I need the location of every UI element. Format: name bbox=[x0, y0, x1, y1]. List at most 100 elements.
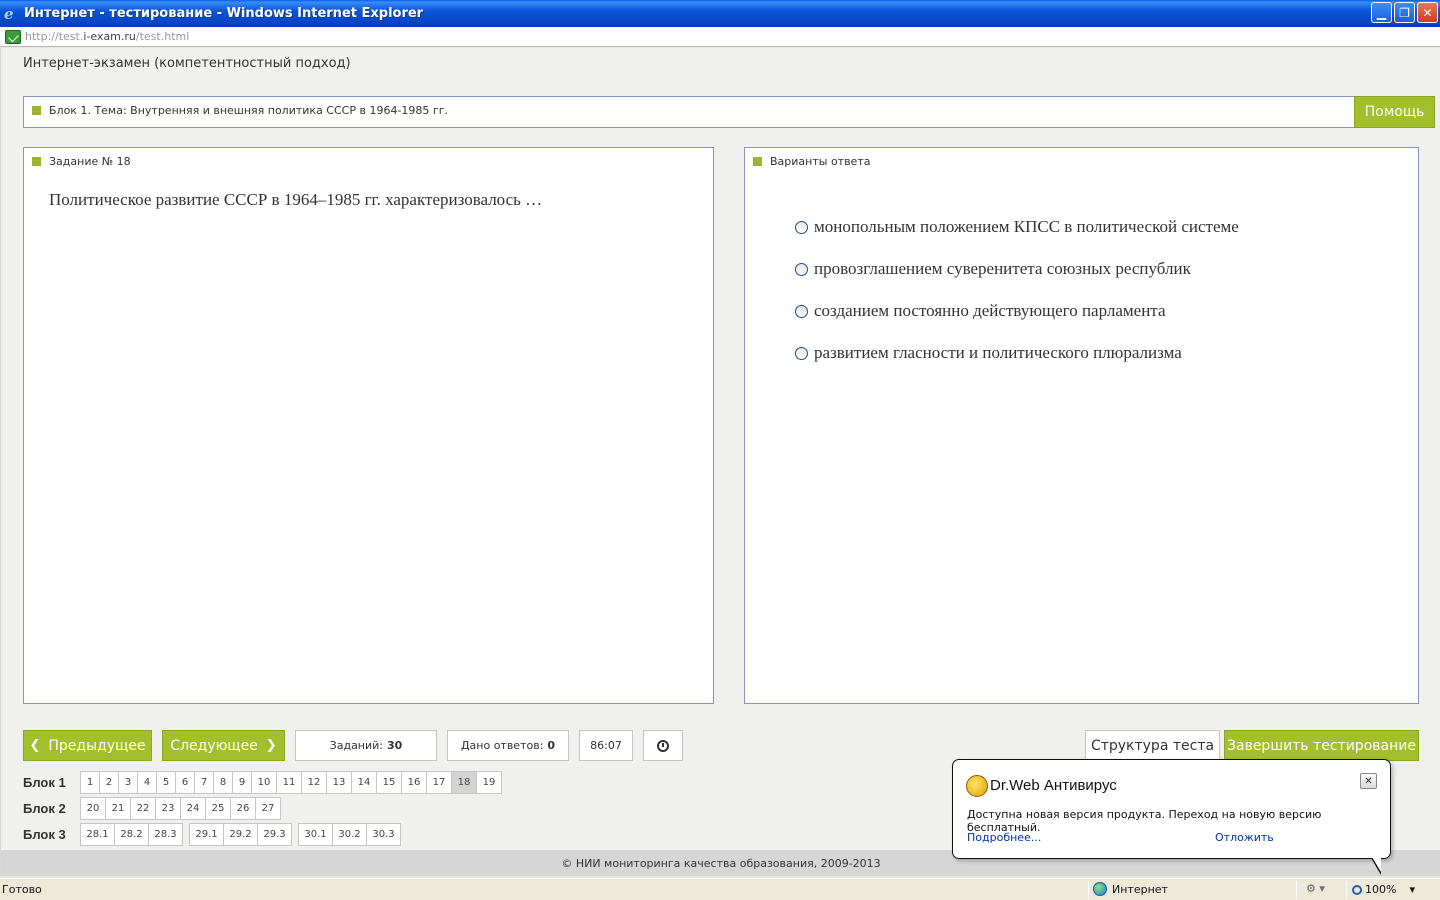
radio-button[interactable] bbox=[795, 262, 808, 276]
task-cell[interactable]: 28.3 bbox=[148, 823, 183, 846]
task-cell[interactable]: 13 bbox=[326, 771, 352, 794]
next-button[interactable]: Следующее ❯ bbox=[162, 730, 285, 761]
task-cell[interactable]: 8 bbox=[213, 771, 233, 794]
window-title: Интернет - тестирование - Windows Intern… bbox=[24, 6, 424, 21]
close-icon[interactable]: ✕ bbox=[1360, 773, 1377, 789]
task-cell[interactable]: 30.3 bbox=[366, 823, 401, 846]
question-text: Политическое развитие СССР в 1964–1985 г… bbox=[49, 190, 543, 209]
security-zone[interactable]: Интернет bbox=[1093, 882, 1168, 896]
window-controls: ▁ ❐ ✕ bbox=[1371, 2, 1438, 23]
task-cell[interactable]: 19 bbox=[476, 771, 502, 794]
popup-tail bbox=[1371, 857, 1381, 875]
block-title: Блок 1. Тема: Внутренняя и внешняя полит… bbox=[49, 104, 448, 117]
radio-button[interactable] bbox=[795, 220, 808, 234]
radio-button[interactable] bbox=[795, 304, 808, 318]
task-cell[interactable]: 20 bbox=[80, 797, 106, 820]
drweb-postpone-link[interactable]: Отложить bbox=[1215, 831, 1274, 844]
green-square-icon bbox=[32, 157, 41, 166]
answer-options: монопольным положением КПСС в политическ… bbox=[795, 206, 1239, 374]
answer-option[interactable]: провозглашением суверенитета союзных рес… bbox=[795, 248, 1239, 290]
globe-icon bbox=[1093, 882, 1107, 896]
status-text: Готово bbox=[2, 883, 42, 896]
block-name: Блок 3 bbox=[23, 827, 66, 842]
task-cell[interactable]: 2 bbox=[99, 771, 119, 794]
task-cell[interactable]: 9 bbox=[232, 771, 252, 794]
drweb-title: Dr.Web Антивирус bbox=[990, 777, 1117, 794]
task-cell[interactable]: 30.2 bbox=[332, 823, 367, 846]
task-cell[interactable]: 29.3 bbox=[257, 823, 292, 846]
restore-button[interactable]: ❐ bbox=[1394, 2, 1415, 23]
help-button[interactable]: Помощь bbox=[1354, 96, 1435, 128]
task-cells: 1 2 3 4 5 6 7 8 9 10 11 12 13 14 15 16 17 18 19 bbox=[80, 771, 508, 794]
task-panel: Задание № 18 Политическое развитие СССР … bbox=[23, 147, 714, 704]
task-cell[interactable]: 26 bbox=[230, 797, 256, 820]
task-cell[interactable]: 24 bbox=[180, 797, 206, 820]
task-cell[interactable]: 25 bbox=[205, 797, 231, 820]
previous-button[interactable]: ❮ Предыдущее bbox=[23, 730, 152, 761]
drweb-notification: Dr.Web Антивирус ✕ Доступна новая версия… bbox=[952, 759, 1391, 875]
radio-button[interactable] bbox=[795, 346, 808, 360]
task-cells: 20 21 22 23 24 25 26 27 bbox=[80, 797, 287, 820]
block-row: Блок 3 28.1 28.2 28.3 29.1 29.2 29.3 30.1 30.2 3… bbox=[23, 823, 407, 846]
protected-mode-icon[interactable]: ⚙ ▾ bbox=[1306, 882, 1325, 895]
task-cell[interactable]: 29.1 bbox=[189, 823, 224, 846]
status-divider bbox=[1088, 881, 1089, 899]
timer: 86:07 bbox=[579, 730, 633, 761]
drweb-more-link[interactable]: Подробнее... bbox=[967, 831, 1041, 844]
task-cell[interactable]: 11 bbox=[276, 771, 302, 794]
task-cell[interactable]: 6 bbox=[175, 771, 195, 794]
ie-logo-icon: e bbox=[4, 4, 14, 23]
green-square-icon bbox=[32, 106, 41, 115]
finish-test-button[interactable]: Завершить тестирование bbox=[1224, 730, 1419, 761]
task-number: Задание № 18 bbox=[49, 155, 131, 168]
green-square-icon bbox=[753, 157, 762, 166]
task-cell[interactable]: 15 bbox=[376, 771, 402, 794]
task-cell[interactable]: 1 bbox=[80, 771, 100, 794]
task-cell[interactable]: 30.1 bbox=[298, 823, 333, 846]
task-group: 30.1 30.2 30.3 bbox=[298, 823, 401, 846]
minimize-button[interactable]: ▁ bbox=[1371, 2, 1392, 23]
test-structure-button[interactable]: Структура теста bbox=[1085, 730, 1220, 761]
task-cell[interactable]: 17 bbox=[426, 771, 452, 794]
task-cell[interactable]: 3 bbox=[118, 771, 138, 794]
status-bar: Готово Интернет ⚙ ▾ 100% ▾ bbox=[0, 878, 1440, 900]
clock-button[interactable] bbox=[643, 730, 683, 761]
task-cell[interactable]: 14 bbox=[351, 771, 377, 794]
task-cell[interactable]: 16 bbox=[401, 771, 427, 794]
chevron-right-icon: ❯ bbox=[265, 738, 277, 753]
task-cell[interactable]: 18 bbox=[451, 771, 477, 794]
task-cell[interactable]: 28.2 bbox=[114, 823, 149, 846]
task-group: 20 21 22 23 24 25 26 27 bbox=[80, 797, 281, 820]
task-cells: 28.1 28.2 28.3 29.1 29.2 29.3 30.1 30.2 30.3 bbox=[80, 823, 407, 846]
address-bar[interactable]: http://test.i-exam.ru/test.html bbox=[0, 27, 1440, 47]
task-cell[interactable]: 21 bbox=[105, 797, 131, 820]
status-divider bbox=[1296, 881, 1297, 899]
task-cell[interactable]: 22 bbox=[130, 797, 156, 820]
task-cell[interactable]: 5 bbox=[156, 771, 176, 794]
answer-option[interactable]: монопольным положением КПСС в политическ… bbox=[795, 206, 1239, 248]
block-name: Блок 1 bbox=[23, 775, 66, 790]
block-row: Блок 1 1 2 3 4 5 6 7 8 9 10 11 12 13 14 15 16 17 18 19 bbox=[23, 771, 508, 794]
task-cell[interactable]: 7 bbox=[194, 771, 214, 794]
task-group: 1 2 3 4 5 6 7 8 9 10 11 12 13 14 15 16 17 18 19 bbox=[80, 771, 502, 794]
task-cell[interactable]: 12 bbox=[301, 771, 327, 794]
page-title: Интернет-экзамен (компетентностный подхо… bbox=[23, 56, 351, 71]
task-cell[interactable]: 4 bbox=[137, 771, 157, 794]
magnifier-icon bbox=[1352, 884, 1362, 895]
task-cell[interactable]: 28.1 bbox=[80, 823, 115, 846]
block-title-bar: Блок 1. Тема: Внутренняя и внешняя полит… bbox=[23, 96, 1435, 128]
task-cell[interactable]: 10 bbox=[251, 771, 277, 794]
task-cell[interactable]: 23 bbox=[155, 797, 181, 820]
block-name: Блок 2 bbox=[23, 801, 66, 816]
answers-panel: Варианты ответа монопольным положением К… bbox=[744, 147, 1419, 704]
answers-label: Варианты ответа bbox=[770, 155, 871, 168]
task-cell[interactable]: 29.2 bbox=[223, 823, 258, 846]
answer-option[interactable]: созданием постоянно действующего парламе… bbox=[795, 290, 1239, 332]
close-window-button[interactable]: ✕ bbox=[1417, 2, 1438, 23]
task-cell[interactable]: 27 bbox=[255, 797, 281, 820]
chevron-left-icon: ❮ bbox=[29, 738, 41, 753]
answer-option[interactable]: развитием гласности и политического плюр… bbox=[795, 332, 1239, 374]
zoom-control[interactable]: 100% ▾ bbox=[1352, 883, 1415, 896]
clock-icon bbox=[657, 739, 669, 752]
address-url[interactable]: http://test.i-exam.ru/test.html bbox=[25, 30, 189, 43]
